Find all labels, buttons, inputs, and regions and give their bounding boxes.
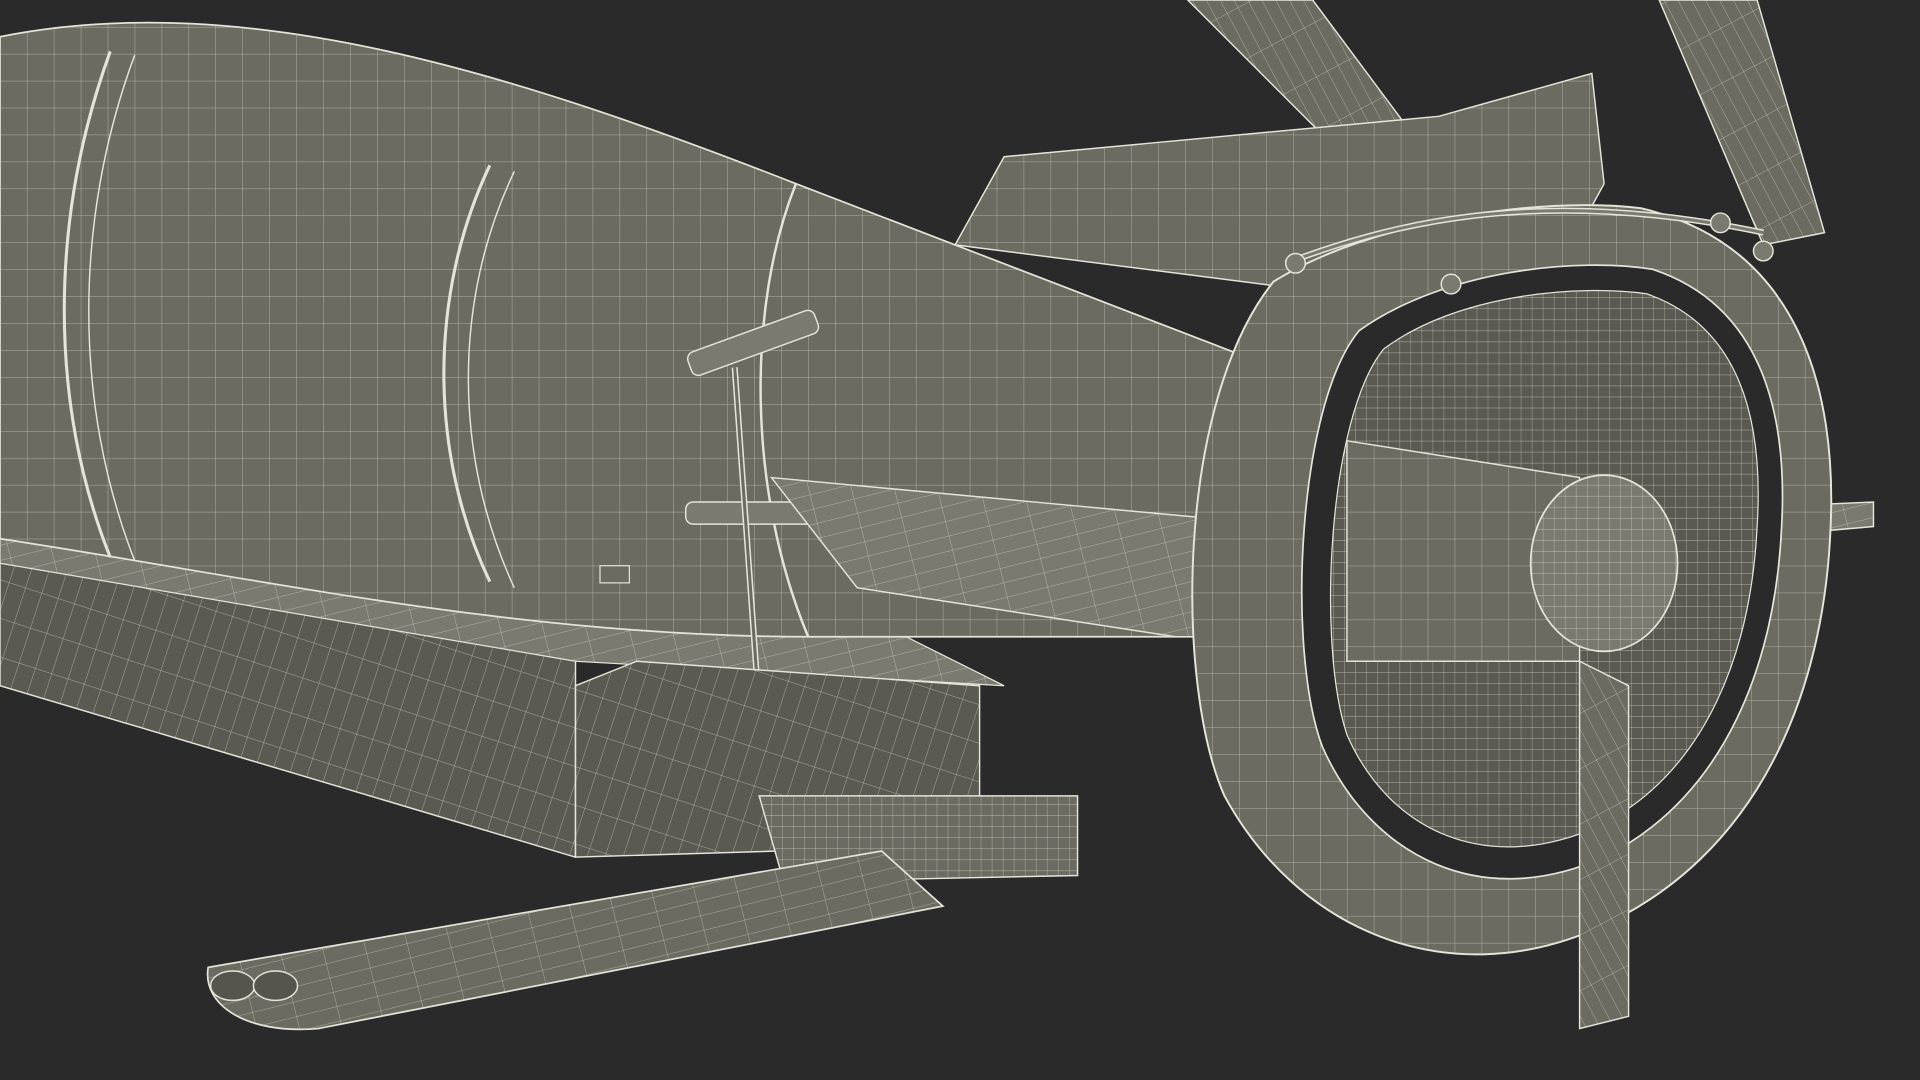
upper-fin-right — [1658, 0, 1826, 246]
tail-cap-dome — [1529, 474, 1679, 653]
suspension-box — [574, 660, 1079, 883]
wireframe-render — [0, 0, 1875, 1031]
render-viewport — [0, 0, 1920, 1080]
lower-fin — [206, 850, 945, 1031]
